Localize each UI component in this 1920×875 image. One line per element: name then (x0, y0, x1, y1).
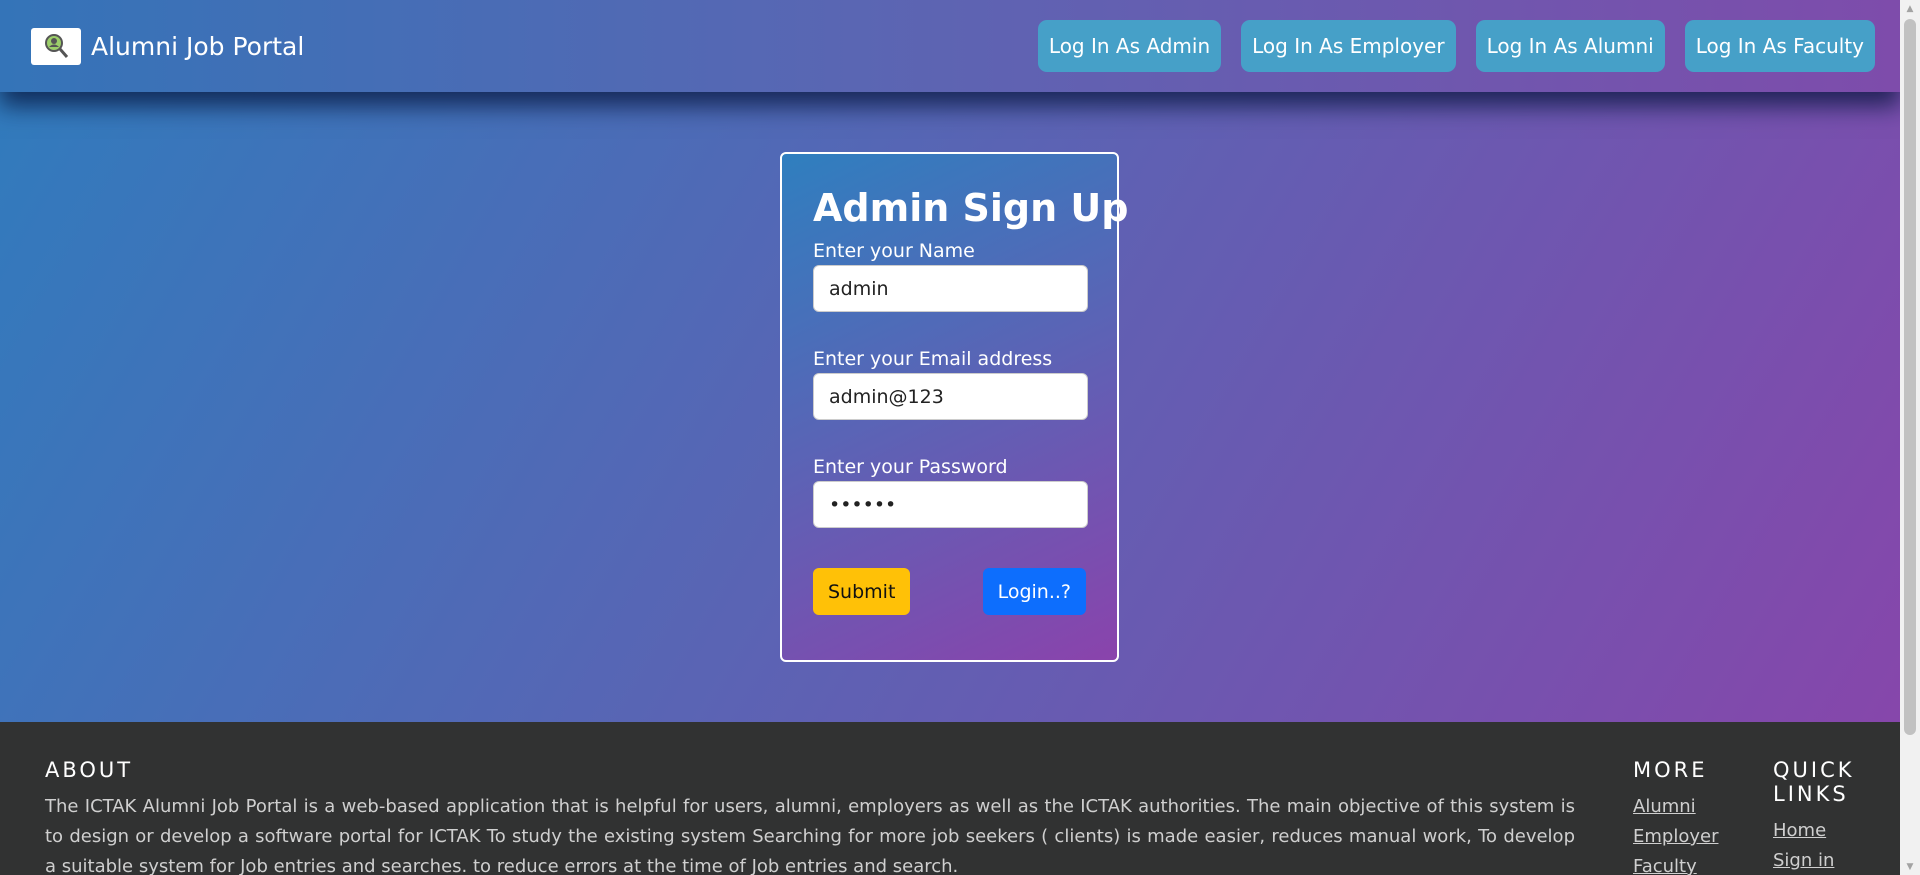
scroll-up-icon[interactable]: ▲ (1900, 0, 1920, 17)
password-input[interactable] (813, 481, 1088, 528)
quick-links-heading: QUICK LINKS (1773, 758, 1855, 806)
footer-link-employer[interactable]: Employer (1633, 822, 1718, 852)
form-title: Admin Sign Up (813, 186, 1129, 230)
footer-link-faculty[interactable]: Faculty (1633, 852, 1718, 875)
login-employer-button[interactable]: Log In As Employer (1241, 20, 1456, 72)
name-input[interactable] (813, 265, 1088, 312)
scroll-down-icon[interactable]: ▼ (1900, 858, 1920, 875)
submit-button[interactable]: Submit (813, 568, 911, 615)
login-admin-button[interactable]: Log In As Admin (1037, 20, 1222, 72)
magnifier-logo-icon (31, 27, 81, 65)
password-label: Enter your Password (813, 456, 1008, 478)
about-heading: ABOUT (45, 758, 134, 782)
scroll-thumb[interactable] (1904, 19, 1916, 735)
brand-title[interactable]: Alumni Job Portal (91, 32, 304, 61)
footer-more: MORE Alumni Employer Faculty (1633, 758, 1718, 875)
login-faculty-button[interactable]: Log In As Faculty (1684, 20, 1875, 72)
vertical-scrollbar[interactable]: ▲ ▼ (1900, 0, 1920, 875)
brand[interactable]: Alumni Job Portal (31, 27, 304, 65)
top-navbar: Alumni Job Portal Log In As Admin Log In… (0, 0, 1900, 92)
login-alumni-button[interactable]: Log In As Alumni (1475, 20, 1665, 72)
footer-link-sign-in[interactable]: Sign in (1773, 846, 1873, 875)
signup-card: Admin Sign Up Enter your Name Enter your… (780, 152, 1129, 662)
more-heading: MORE (1633, 758, 1708, 782)
login-link-button[interactable]: Login..? (982, 568, 1086, 615)
about-text: The ICTAK Alumni Job Portal is a web-bas… (45, 796, 1575, 875)
footer-link-home[interactable]: Home (1773, 816, 1873, 846)
name-label: Enter your Name (813, 240, 975, 262)
login-buttons: Log In As Admin Log In As Employer Log I… (1037, 20, 1875, 72)
footer-quick-links: QUICK LINKS Home Sign in (1773, 758, 1873, 875)
footer-about: ABOUT The ICTAK Alumni Job Portal is a w… (45, 758, 1575, 875)
form-actions: Submit Login..? (813, 568, 1086, 615)
email-input[interactable] (813, 373, 1088, 420)
email-label: Enter your Email address (813, 348, 1053, 370)
footer: ABOUT The ICTAK Alumni Job Portal is a w… (0, 722, 1900, 875)
footer-link-alumni[interactable]: Alumni (1633, 792, 1718, 822)
